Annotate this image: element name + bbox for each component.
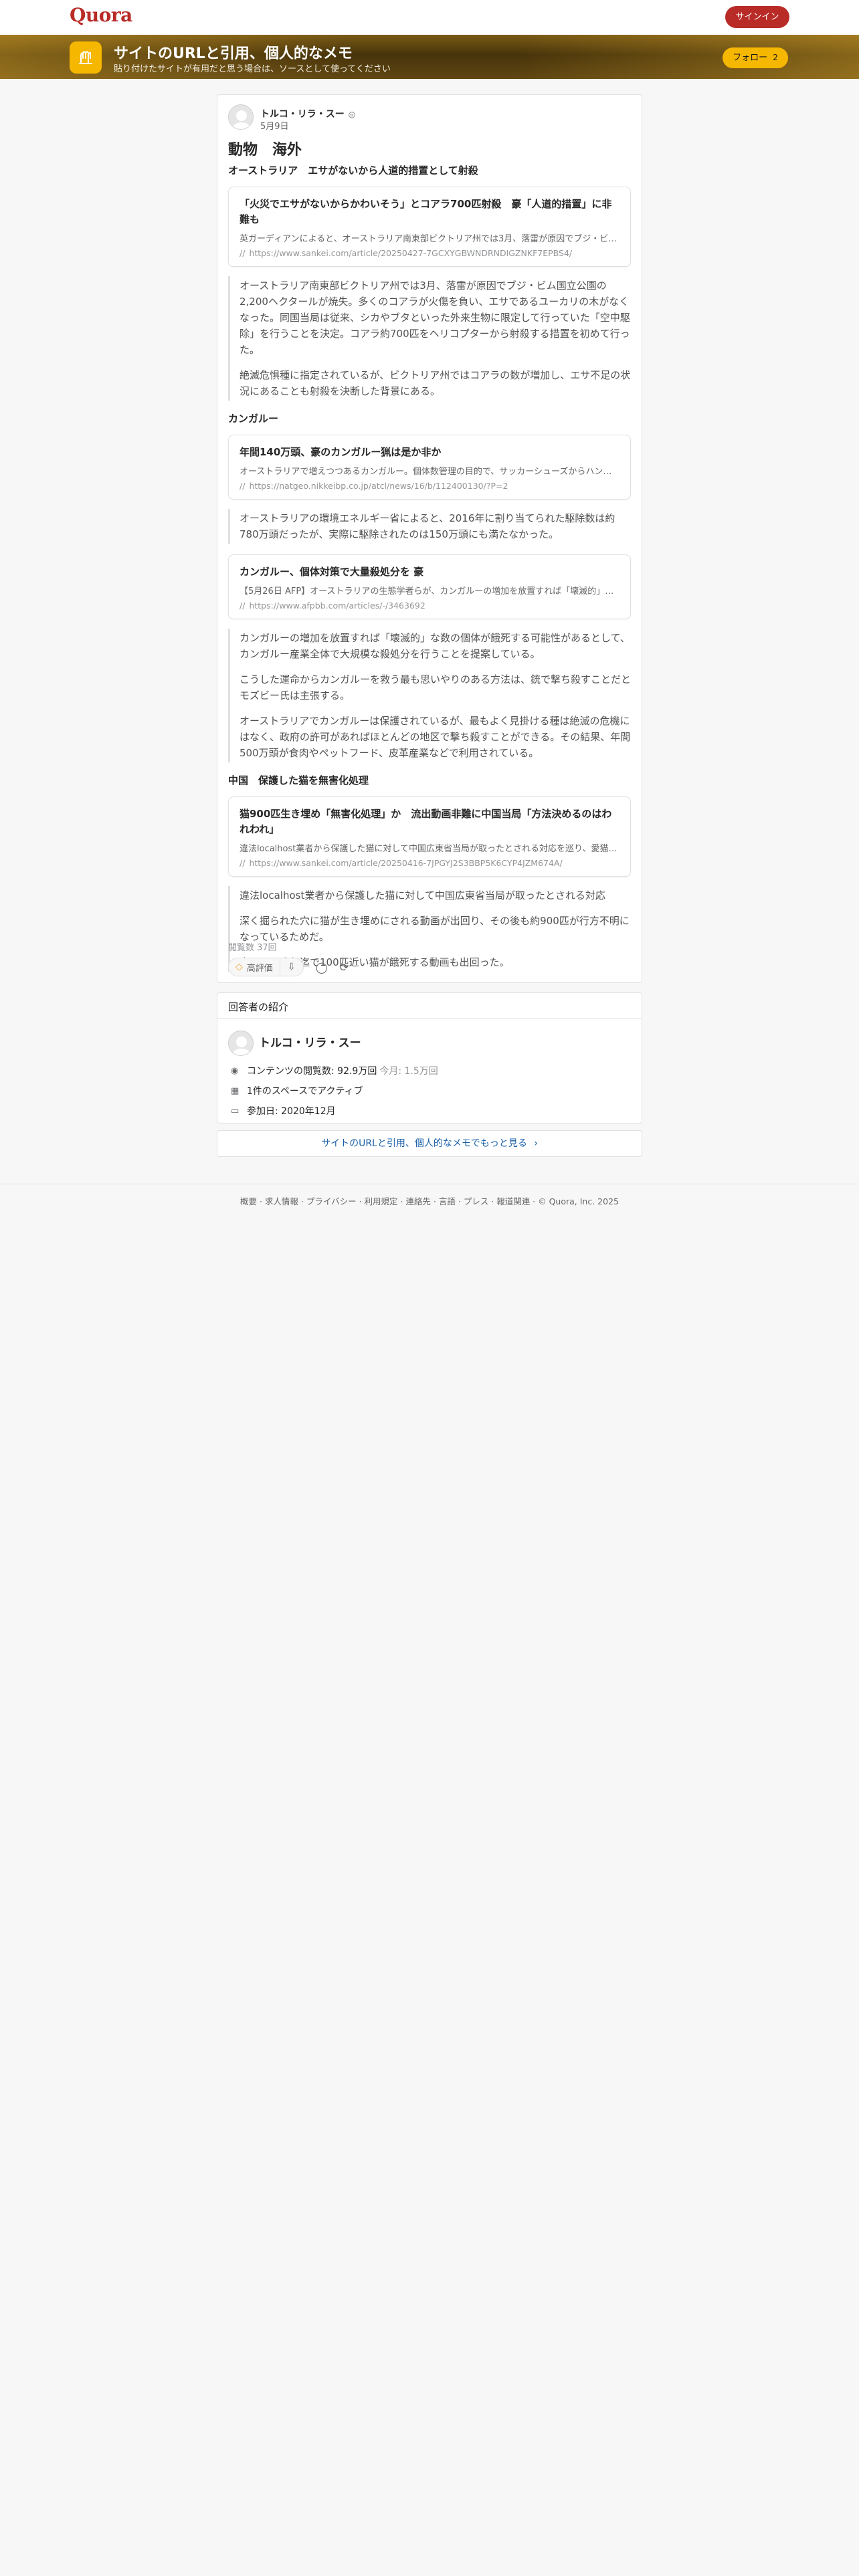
- section-heading: カンガルー: [228, 413, 279, 425]
- section-heading: 中国 保護した猫を無害化処理: [228, 774, 369, 786]
- link-description: 【5月26日 AFP】オーストラリアの生態学者らが、カンガルーの増加を放置すれば…: [240, 586, 614, 597]
- quote-paragraph: カンガルーの増加を放置すれば「壊滅的」な数の個体が餓死する可能性があるとして、カ…: [240, 632, 630, 660]
- link-url-text: https://www.sankei.com/article/20250427-…: [249, 248, 573, 258]
- link-card[interactable]: 猫900匹生き埋め「無害化処理」か 流出動画非難に中国当局「方法決めるのはわれわ…: [228, 796, 631, 877]
- link-card[interactable]: 「火災でエサがないからかわいそう」とコアラ700匹射殺 豪「人道的措置」に非難も…: [228, 187, 631, 267]
- space-icon[interactable]: [70, 41, 102, 74]
- avatar[interactable]: [228, 104, 254, 130]
- space-description: 貼り付けたサイトが有用だと思う場合は、ソースとして使ってください: [114, 64, 391, 74]
- link-description: 英ガーディアンによると、オーストラリア南東部ビクトリア州では3月、落雷が原因でブ…: [240, 234, 617, 244]
- blockquote: オーストラリア南東部ビクトリア州では3月、落雷が原因でブジ・ビム国立公園の2,2…: [228, 276, 631, 401]
- upvote-button[interactable]: ◇ 高評価: [229, 958, 280, 976]
- link-card[interactable]: カンガルー、個体対策で大量殺処分を 豪 【5月26日 AFP】オーストラリアの生…: [228, 554, 631, 619]
- joined-text: 参加日: 2020年12月: [247, 1106, 336, 1117]
- author-name-text: トルコ・リラ・スー: [260, 109, 345, 120]
- blockquote: カンガルーの増加を放置すれば「壊滅的」な数の個体が餓死する可能性があるとして、カ…: [228, 629, 631, 762]
- link-icon: //: [240, 601, 246, 611]
- profile-views-row: ◉ コンテンツの閲覧数: 92.9万回 今月: 1.5万回: [231, 1064, 438, 1077]
- top-bar: Quora サインイン: [0, 0, 859, 35]
- quote-paragraph: 深く掘られた穴に猫が生き埋めにされる動画が出回り、その後も約900匹が行方不明に…: [240, 915, 630, 943]
- link-description: オーストラリアで増えつつあるカンガルー。個体数管理の目的で、サッカーシューズから…: [240, 467, 612, 477]
- quote-paragraph: こうした運命からカンガルーを救う最も思いやりのある方法は、銃で撃ち殺すことだとモ…: [240, 673, 632, 702]
- blockquote: オーストラリアの環境エネルギー省によると、2016年に割り当てられた駆除数は約7…: [228, 509, 631, 544]
- answer-card: トルコ・リラ・スー ◎ 5月9日 動物 海外 オーストラリア エサがないから人道的…: [217, 94, 642, 983]
- view-count[interactable]: 閲覧数 37回: [228, 940, 277, 953]
- profile-card: 回答者の紹介 トルコ・リラ・スー ◉ コンテンツの閲覧数: 92.9万回 今月: 1…: [217, 992, 642, 1123]
- link-title: 「火災でエサがないからかわいそう」とコアラ700匹射殺 豪「人道的措置」に非難も: [240, 198, 612, 225]
- link-icon: //: [240, 858, 246, 868]
- comment-icon[interactable]: ◯: [316, 961, 328, 974]
- quote-paragraph: オーストラリアでカンガルーは保護されているが、最もよく見掛ける種は絶滅の危機には…: [240, 715, 631, 759]
- link-url: //https://natgeo.nikkeibp.co.jp/atcl/new…: [240, 481, 619, 491]
- share-icon[interactable]: ⟳: [340, 961, 349, 974]
- link-description: 違法localhost業者から保護した猫に対して中国広東省当局が取ったとされる対…: [240, 844, 619, 854]
- verified-icon: ◎: [348, 110, 356, 119]
- profile-active-row: ▦ 1件のスペースでアクティブ: [231, 1084, 363, 1097]
- downvote-icon: ⇩: [287, 962, 296, 972]
- views-text: コンテンツの閲覧数: 92.9万回: [247, 1066, 377, 1077]
- profile-header: 回答者の紹介: [217, 993, 642, 1018]
- spaces-icon: ▦: [231, 1085, 240, 1096]
- link-title: 猫900匹生き埋め「無害化処理」か 流出動画非難に中国当局「方法決めるのはわれわ…: [240, 808, 612, 835]
- footer-links[interactable]: 概要 · 求人情報 · プライバシー · 利用規定 · 連絡先 · 言語 · プ…: [0, 1194, 859, 1207]
- quote-paragraph: オーストラリア南東部ビクトリア州では3月、落雷が原因でブジ・ビム国立公園の2,2…: [240, 280, 630, 356]
- space-banner: サイトのURLと引用、個人的なメモ 貼り付けたサイトが有用だと思う場合は、ソース…: [0, 35, 859, 79]
- views-month: 今月: 1.5万回: [379, 1066, 438, 1077]
- action-bar: ◇ 高評価 ⇩ ◯ ⟳: [228, 958, 349, 976]
- calendar-icon: ▭: [231, 1105, 240, 1116]
- answer-heading: 動物 海外: [228, 142, 302, 158]
- vote-group: ◇ 高評価 ⇩: [228, 958, 304, 976]
- link-url: //https://www.sankei.com/article/2025042…: [240, 248, 619, 258]
- link-url-text: https://www.afpbb.com/articles/-/3463692: [249, 601, 425, 611]
- answer-content: 動物 海外 オーストラリア エサがないから人道的措置として射殺 「火災でエサがな…: [228, 138, 631, 982]
- quote-paragraph: 違法localhost業者から保護した猫に対して中国広東省当局が取ったとされる対…: [240, 889, 605, 901]
- more-button[interactable]: サイトのURLと引用、個人的なメモでもっと見る ›: [217, 1130, 642, 1157]
- link-url: //https://www.afpbb.com/articles/-/34636…: [240, 601, 619, 611]
- link-title: 年間140万頭、豪のカンガルー猟は是か非か: [240, 446, 442, 458]
- profile-avatar[interactable]: [228, 1031, 254, 1056]
- chevron-right-icon: ›: [534, 1138, 538, 1149]
- space-title[interactable]: サイトのURLと引用、個人的なメモ: [114, 41, 353, 63]
- downvote-button[interactable]: ⇩: [280, 958, 303, 976]
- hands-icon: [79, 51, 92, 64]
- active-text[interactable]: 1件のスペースでアクティブ: [247, 1084, 363, 1097]
- profile-name[interactable]: トルコ・リラ・スー: [259, 1033, 361, 1050]
- link-icon: //: [240, 248, 246, 258]
- follow-button[interactable]: フォロー 2: [723, 47, 788, 68]
- quora-logo[interactable]: Quora: [70, 4, 132, 26]
- eye-icon: ◉: [231, 1065, 239, 1076]
- quote-paragraph: オーストラリアの環境エネルギー省によると、2016年に割り当てられた駆除数は約7…: [240, 512, 615, 540]
- link-url-text: https://www.sankei.com/article/20250416-…: [249, 858, 563, 868]
- link-url-text: https://natgeo.nikkeibp.co.jp/atcl/news/…: [249, 481, 508, 491]
- author-name[interactable]: トルコ・リラ・スー ◎: [260, 107, 355, 120]
- link-title: カンガルー、個体対策で大量殺処分を 豪: [240, 566, 424, 578]
- follow-count: 2: [773, 53, 778, 62]
- profile-joined-row: ▭ 参加日: 2020年12月: [231, 1104, 336, 1117]
- link-url: //https://www.sankei.com/article/2025041…: [240, 858, 619, 868]
- answer-date[interactable]: 5月9日: [260, 119, 289, 132]
- link-card[interactable]: 年間140万頭、豪のカンガルー猟は是か非か オーストラリアで増えつつあるカンガル…: [228, 435, 631, 500]
- quote-paragraph: 絶滅危惧種に指定されているが、ビクトリア州ではコアラの数が増加し、エサ不足の状況…: [240, 369, 631, 397]
- follow-label: フォロー: [733, 53, 768, 63]
- upvote-label: 高評価: [246, 963, 273, 974]
- answer-subheading: オーストラリア エサがないから人道的措置として射殺: [228, 165, 478, 177]
- upvote-icon: ◇: [235, 962, 243, 972]
- more-label: サイトのURLと引用、個人的なメモでもっと見る: [321, 1138, 527, 1149]
- link-icon: //: [240, 481, 246, 491]
- signin-button[interactable]: サインイン: [725, 6, 789, 28]
